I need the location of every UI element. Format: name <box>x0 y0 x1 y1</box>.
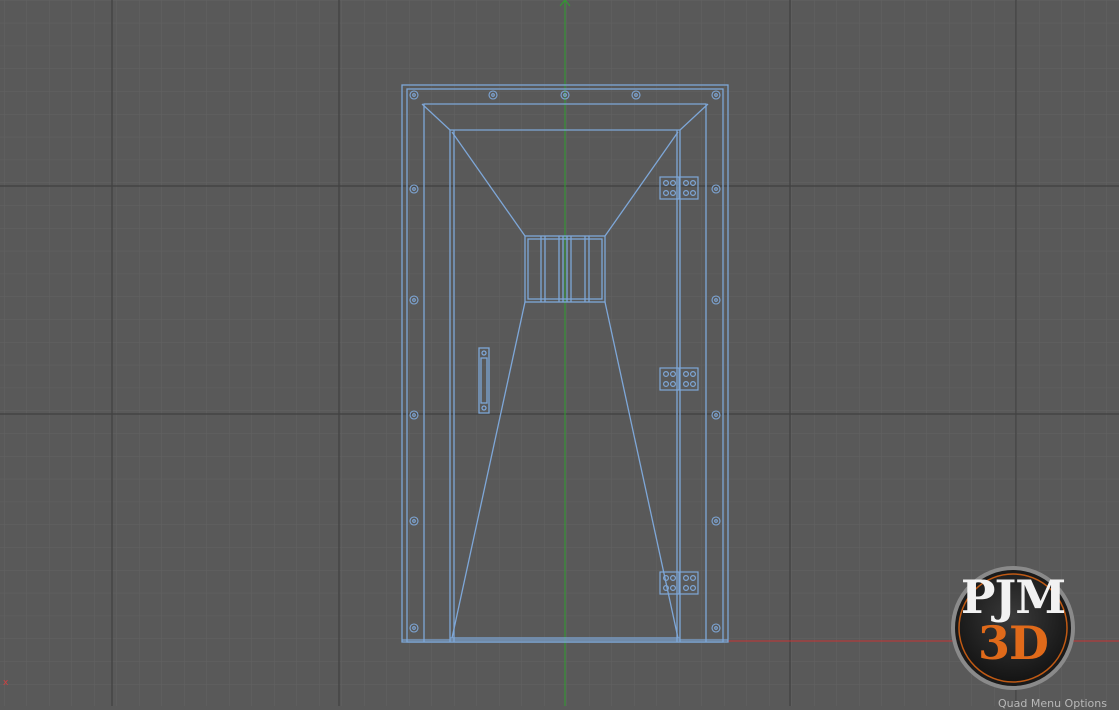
logo-text-line2: 3D <box>978 616 1049 670</box>
viewport-front[interactable]: x Quad Menu Options PJM 3D <box>0 0 1119 710</box>
pjm3d-logo: PJM 3D <box>951 540 1075 690</box>
status-text: Quad Menu Options <box>998 697 1107 710</box>
x-axis-label: x <box>3 678 9 688</box>
